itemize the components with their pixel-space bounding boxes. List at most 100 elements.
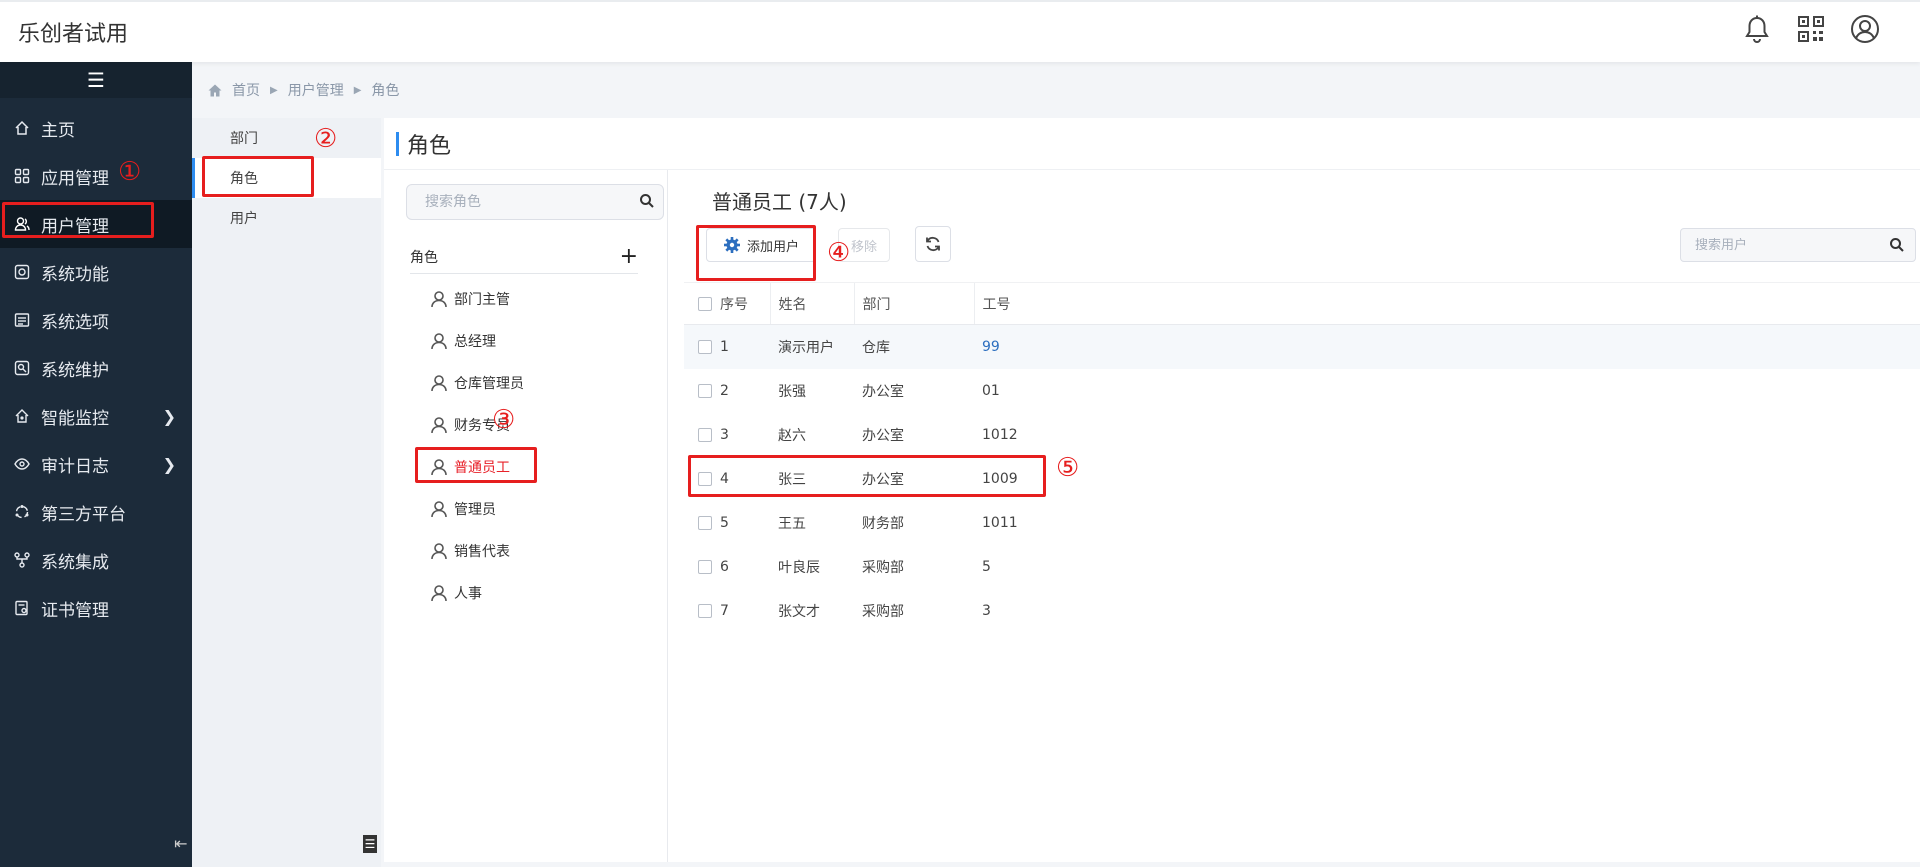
system-function-icon <box>13 263 31 281</box>
home-icon <box>13 119 31 137</box>
cell-dept: 仓库 <box>854 324 974 369</box>
user-panel: 普通员工 (7人) 添加用户 移除 序号 姓名 部门 工号 <box>684 170 1920 862</box>
role-label: 管理员 <box>454 502 496 518</box>
role-item[interactable]: 总经理 <box>416 320 524 362</box>
qrcode-icon[interactable] <box>1796 14 1826 44</box>
row-select-cell <box>684 589 712 633</box>
row-checkbox[interactable] <box>698 515 712 530</box>
sidebar-item-label: 系统选项 <box>41 312 109 333</box>
role-list: 部门主管 总经理 仓库管理员 财务专员 普通员工 管理员 销售代表 人事 <box>416 278 524 614</box>
sidebar-item-system-integration[interactable]: 系统集成 <box>0 536 192 584</box>
refresh-button[interactable] <box>915 226 951 262</box>
user-search-input[interactable] <box>1695 237 1875 253</box>
options-icon <box>13 311 31 329</box>
monitor-icon <box>13 407 31 425</box>
annotation-number-2: ② <box>314 124 338 154</box>
table-row[interactable]: 7 张文才 采购部 3 <box>684 589 1920 633</box>
row-checkbox[interactable] <box>698 427 712 442</box>
app-title: 乐创者试用 <box>18 22 129 47</box>
search-icon[interactable] <box>1889 237 1905 257</box>
sidebar-item-third-party[interactable]: 第三方平台 <box>0 488 192 536</box>
subnav-item-user[interactable]: 用户 <box>192 198 381 238</box>
sidebar-item-label: 系统功能 <box>41 264 109 285</box>
top-bar: 乐创者试用 <box>0 0 1920 62</box>
cell-no: 5 <box>720 514 729 531</box>
chevron-right-icon: ❯ <box>162 406 176 426</box>
column-header-id: 工号 <box>973 282 1920 325</box>
sidebar-item-label: 证书管理 <box>41 600 109 621</box>
role-label: 人事 <box>454 586 482 602</box>
person-icon <box>430 416 448 434</box>
user-search-box <box>1680 228 1916 262</box>
cell-id: 1011 <box>982 514 1018 531</box>
select-all-checkbox[interactable] <box>698 296 712 311</box>
row-select-cell <box>684 501 712 545</box>
role-item[interactable]: 部门主管 <box>416 278 524 320</box>
cell-name: 王五 <box>778 515 806 532</box>
cell-id: 1009 <box>982 470 1018 487</box>
subnav-collapse-icon[interactable]: ☰ <box>363 835 377 853</box>
main-header: 角色 <box>384 118 1920 170</box>
sidebar-item-app-management[interactable]: 应用管理 <box>0 152 192 200</box>
subnav-item-department[interactable]: 部门 <box>192 118 381 158</box>
sidebar-item-smart-monitor[interactable]: 智能监控 ❯ <box>0 392 192 440</box>
annotation-number-4: ④ <box>827 238 851 268</box>
column-header-no: 序号 <box>712 282 770 325</box>
person-icon <box>430 374 448 392</box>
role-panel: 角色 + 部门主管 总经理 仓库管理员 财务专员 普通员工 管理员 销售代表 人… <box>396 170 668 862</box>
sidebar: ☰ 主页 应用管理 用户管理 系统功能 系统选项 系统维护 智能监控 ❯ 审计日… <box>0 62 192 867</box>
select-all-cell <box>684 282 712 325</box>
role-item[interactable]: 仓库管理员 <box>416 362 524 404</box>
sidebar-item-home[interactable]: 主页 <box>0 104 192 152</box>
row-checkbox[interactable] <box>698 383 712 398</box>
table-header-row: 序号 姓名 部门 工号 <box>684 282 1920 325</box>
row-checkbox[interactable] <box>698 603 712 618</box>
sidebar-item-audit-log[interactable]: 审计日志 ❯ <box>0 440 192 488</box>
subnav: 部门 角色 用户 ☰ <box>192 118 381 867</box>
table-row[interactable]: 5 王五 财务部 1011 <box>684 501 1920 545</box>
maintenance-icon <box>13 359 31 377</box>
breadcrumb-current: 角色 <box>371 83 400 99</box>
cell-id: 3 <box>982 602 991 619</box>
role-item[interactable]: 销售代表 <box>416 530 524 572</box>
exit-icon[interactable]: ⇤ <box>174 834 187 853</box>
cell-id: 5 <box>982 558 991 575</box>
cell-dept: 财务部 <box>862 515 904 532</box>
title-accent-bar <box>396 131 399 156</box>
table-row[interactable]: 2 张强 办公室 01 <box>684 369 1920 413</box>
role-item[interactable]: 人事 <box>416 572 524 614</box>
sidebar-item-system-maintenance[interactable]: 系统维护 <box>0 344 192 392</box>
user-circle-icon[interactable] <box>1850 14 1880 44</box>
cell-dept: 采购部 <box>862 603 904 620</box>
sidebar-item-system-options[interactable]: 系统选项 <box>0 296 192 344</box>
add-role-button[interactable]: + <box>620 245 638 268</box>
cell-name: 张强 <box>778 383 806 400</box>
breadcrumb-home[interactable]: 首页 <box>232 80 260 100</box>
main-panel: 角色 角色 + 部门主管 总经理 仓库管理员 财务专员 普通员工 管理员 销售代… <box>384 118 1920 862</box>
row-checkbox[interactable] <box>698 339 712 354</box>
row-select-cell <box>684 413 712 457</box>
bell-icon[interactable] <box>1742 14 1772 44</box>
row-select-cell <box>684 369 712 413</box>
table-row[interactable]: 6 叶良辰 采购部 5 <box>684 545 1920 589</box>
cell-no: 1 <box>712 324 770 369</box>
search-icon[interactable] <box>639 193 655 213</box>
cell-id: 01 <box>982 382 1000 399</box>
role-list-header: 角色 + <box>410 240 638 274</box>
sidebar-toggle-icon[interactable]: ☰ <box>0 62 192 98</box>
role-item[interactable]: 管理员 <box>416 488 524 530</box>
cell-dept: 办公室 <box>862 427 904 444</box>
cell-no: 2 <box>720 382 729 399</box>
row-select-cell <box>684 545 712 589</box>
breadcrumb-user-management[interactable]: 用户管理 <box>288 80 344 100</box>
breadcrumb: 首页 ▶ 用户管理 ▶ 角色 <box>208 80 399 100</box>
sidebar-item-label: 主页 <box>41 120 75 141</box>
sidebar-item-system-functions[interactable]: 系统功能 <box>0 248 192 296</box>
cell-id: 1012 <box>982 426 1018 443</box>
table-row[interactable]: 1 演示用户 仓库 99 <box>684 324 1920 369</box>
table-row[interactable]: 3 赵六 办公室 1012 <box>684 413 1920 457</box>
annotation-box-user-row <box>688 455 1046 497</box>
sidebar-item-certificate[interactable]: 证书管理 <box>0 584 192 632</box>
role-search-input[interactable] <box>425 194 625 210</box>
row-checkbox[interactable] <box>698 559 712 574</box>
